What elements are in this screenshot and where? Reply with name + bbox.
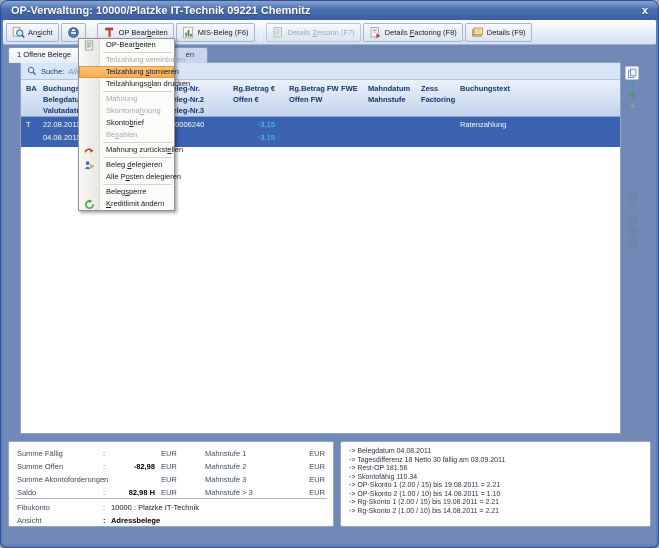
op-bearbeiten-menu: OP-Bearbeiten Teilzahlung vereinbaren Te… <box>78 38 175 211</box>
calculator-icon[interactable] <box>627 190 637 199</box>
summary-value: -82,98 <box>109 462 155 471</box>
menu-item-alle-posten-delegieren[interactable]: Alle Posten delegieren <box>79 171 174 183</box>
detail-line: -> OP-Skonto 2 (1.00 / 10) bis 14.08.201… <box>349 491 650 500</box>
mis-beleg-button-label: MIS-Beleg (F6) <box>198 28 249 37</box>
column-header-rg-betrag[interactable]: Rg.Betrag €Offen € <box>233 83 275 105</box>
column-header-mahndatum[interactable]: MahndatumMahnstufe <box>368 83 410 105</box>
ansicht-value: Adressbelege <box>111 516 160 525</box>
menu-item-beleg-delegieren[interactable]: Beleg delegieren <box>79 159 174 171</box>
op-bearbeiten-button-label: OP Bearbeiten <box>119 28 168 37</box>
menu-item-teilzahlung-stornieren[interactable]: Teilzahlung stornieren <box>79 66 174 78</box>
title-bar: OP-Verwaltung: 10000/Platzke IT-Technik … <box>1 1 658 20</box>
chart-icon <box>182 26 195 39</box>
details-button-label: Details (F9) <box>487 28 526 37</box>
summary-panel: Summe Fällig : EUR Mahnstufe 1 EUR Summe… <box>8 441 334 527</box>
menu-item-skontobrief[interactable]: Skontobrief <box>79 117 174 129</box>
menu-item-bezahlen: Bezahlen <box>79 129 174 141</box>
printer-icon <box>67 26 80 39</box>
column-header-fwe[interactable]: FWE <box>341 83 358 94</box>
summary-label: Summe Akontoforderungen <box>17 475 108 484</box>
window-title: OP-Verwaltung: 10000/Platzke IT-Technik … <box>11 5 310 17</box>
cell-buchungstext: Ratenzahlung <box>460 120 506 129</box>
op-verwaltung-window: OP-Verwaltung: 10000/Platzke IT-Technik … <box>0 0 659 548</box>
mahnstufe-label: Mahnstufe 1 <box>205 449 246 458</box>
menu-item-skontomahnung: Skontomahnung <box>79 105 174 117</box>
zoom-icon[interactable] <box>627 202 637 211</box>
tab-partial-hidden-label: en <box>186 50 194 59</box>
detail-line: -> Skontofähig 110.34 <box>349 474 650 483</box>
column-header-zess[interactable]: ZessFactoring <box>421 83 455 105</box>
details-zession-button: Details Zession (F7) <box>266 23 361 42</box>
grid-icon[interactable] <box>627 226 637 235</box>
summary-divider <box>15 498 327 499</box>
details-button[interactable]: Details (F9) <box>465 23 532 42</box>
menu-item-teilzahlung-vereinbaren: Teilzahlung vereinbaren <box>79 54 174 66</box>
print-small-icon[interactable] <box>627 238 637 247</box>
menu-item-belegsperre[interactable]: Belegsperre <box>79 186 174 198</box>
tab-offene-belege[interactable]: 1 Offene Belege <box>8 47 80 63</box>
summary-row-akonto: Summe Akontoforderungen : EUR Mahnstufe … <box>9 475 333 487</box>
menu-item-teilzahlungsplan-drucken[interactable]: Teilzahlungsplan drucken <box>79 78 174 90</box>
details-panel: -> Belegdatum 04.08.2011 -> Tagesdiffere… <box>340 441 651 527</box>
mahnstufe-label: Mahnstufe 2 <box>205 462 246 471</box>
fibukonto-value: 10000 : Platzke IT-Technik <box>111 503 199 512</box>
summary-row-faellig: Summe Fällig : EUR Mahnstufe 1 EUR <box>9 449 333 461</box>
cell-rg-betrag: -3,15 <box>233 120 275 129</box>
collapse-arrows-icon[interactable] <box>627 81 637 90</box>
ansicht-button-label: Ansicht <box>28 28 53 37</box>
fibukonto-label: Fibukonto <box>17 503 50 512</box>
details-factoring-button-label: Details Factoring (F8) <box>385 28 457 37</box>
search-label: Suche: <box>41 67 64 76</box>
mail-icon[interactable] <box>627 214 637 223</box>
edit-tools-icon <box>103 26 116 39</box>
column-header-ba[interactable]: BA <box>26 83 37 94</box>
redo-arrow-icon <box>83 144 95 156</box>
cell-offen: -3,15 <box>233 133 275 142</box>
column-header-buchungstext[interactable]: Buchungstext <box>460 83 510 94</box>
op-edit-icon <box>83 39 95 51</box>
delegate-icon <box>83 159 95 171</box>
detail-line: -> OP-Skonto 1 (2.00 / 15) bis 19.08.201… <box>349 482 650 491</box>
summary-label: Summe Fällig <box>17 449 63 458</box>
sort-up-icon[interactable] <box>627 101 637 110</box>
tab-offene-belege-label: 1 Offene Belege <box>17 50 71 59</box>
factoring-icon <box>369 26 382 39</box>
menu-item-mahnung: Mahnung <box>79 93 174 105</box>
details-factoring-button[interactable]: Details Factoring (F8) <box>363 23 463 42</box>
detail-line: -> Rest-OP 181.56 <box>349 465 650 474</box>
menu-item-op-bearbeiten[interactable]: OP-Bearbeiten <box>79 39 174 51</box>
grid-side-toolbar <box>624 66 640 110</box>
details-zession-button-label: Details Zession (F7) <box>288 28 355 37</box>
summary-value: 82,98 H <box>109 488 155 497</box>
detail-line: -> Tagesdifferenz 18 Netto 30 fällig am … <box>349 457 650 466</box>
close-button[interactable]: x <box>642 5 648 17</box>
menu-item-mahnung-zurueckstellen[interactable]: Mahnung zurückstellen <box>79 144 174 156</box>
detail-line: -> Rg-Skonto 2 (1.00 / 10) bis 14.08.201… <box>349 508 650 517</box>
mahnstufe-label: Mahnstufe 3 <box>205 475 246 484</box>
menu-item-kreditlimit-aendern[interactable]: Kreditlimit ändern <box>79 198 174 210</box>
copy-pages-icon[interactable] <box>625 66 639 80</box>
detail-line: -> Rg-Skonto 1 (2.00 / 15) bis 19.08.201… <box>349 499 650 508</box>
detail-line: -> Belegdatum 04.08.2011 <box>349 448 650 457</box>
ansicht-label: Ansicht <box>17 516 42 525</box>
cell-belegdatum: 04.08.2011 <box>43 133 80 142</box>
plus-icon[interactable] <box>627 91 637 100</box>
grid-tools-column <box>624 190 640 247</box>
search-icon <box>27 66 37 76</box>
mahnstufe-label: Mahnstufe > 3 <box>205 488 253 497</box>
summary-row-offen: Summe Offen : -82,98 EUR Mahnstufe 2 EUR <box>9 462 333 474</box>
details-icon <box>471 26 484 39</box>
zession-icon <box>272 26 285 39</box>
view-icon <box>12 26 25 39</box>
summary-label: Saldo <box>17 488 36 497</box>
toolbar-separator <box>260 23 261 42</box>
ansicht-button[interactable]: Ansicht <box>6 23 59 42</box>
credit-limit-icon <box>83 198 95 210</box>
column-header-rg-betrag-fw[interactable]: Rg.Betrag FWOffen FW <box>289 83 339 105</box>
summary-label: Summe Offen <box>17 462 63 471</box>
cell-ba: T <box>26 120 31 129</box>
mis-beleg-button[interactable]: MIS-Beleg (F6) <box>176 23 255 42</box>
cell-buchungsdatum: 22.08.2011 <box>43 120 80 129</box>
